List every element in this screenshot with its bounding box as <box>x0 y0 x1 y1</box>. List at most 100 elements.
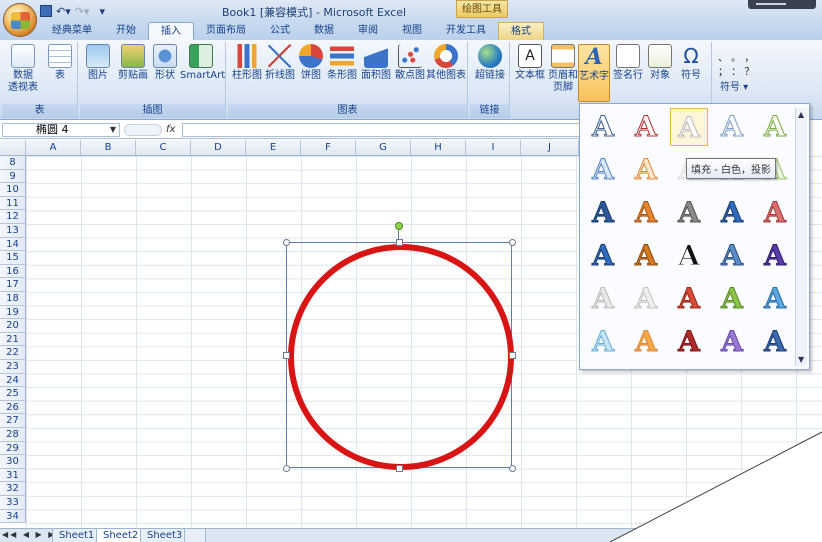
wordart-style-option[interactable]: A <box>756 237 794 275</box>
special-symbol-dropdown[interactable]: 符号 ▾ <box>720 82 770 94</box>
row-header[interactable]: 22 <box>0 346 26 360</box>
tab-developer[interactable]: 开发工具 <box>434 22 498 40</box>
row-header[interactable]: 29 <box>0 441 26 456</box>
row-header[interactable]: 30 <box>0 455 26 469</box>
rotation-handle[interactable] <box>395 222 403 230</box>
wordart-style-option[interactable]: A <box>713 280 751 318</box>
tab-formulas[interactable]: 公式 <box>258 22 302 40</box>
row-header[interactable]: 32 <box>0 482 26 496</box>
wordart-style-option[interactable]: A <box>756 108 794 146</box>
smartart-button[interactable]: SmartArt <box>180 44 225 82</box>
column-header[interactable]: H <box>411 140 466 156</box>
scroll-down-icon[interactable]: ▼ <box>798 355 804 364</box>
wordart-style-option[interactable]: A <box>627 108 665 146</box>
row-header[interactable]: 25 <box>0 387 26 401</box>
resize-handle-e[interactable] <box>509 352 516 359</box>
wordart-style-option[interactable]: A <box>713 194 751 232</box>
signature-line-button[interactable]: 签名行 <box>612 44 644 82</box>
row-header[interactable]: 11 <box>0 196 26 211</box>
wordart-style-option[interactable]: A <box>627 151 665 189</box>
column-header[interactable]: B <box>81 140 136 156</box>
tab-review[interactable]: 审阅 <box>346 22 390 40</box>
symbol-button[interactable]: Ω 符号 <box>676 44 706 82</box>
row-header[interactable]: 17 <box>0 278 26 292</box>
tab-home[interactable]: 开始 <box>104 22 148 40</box>
wordart-style-option[interactable]: A <box>756 323 794 361</box>
oval-shape[interactable] <box>283 222 516 472</box>
row-header[interactable]: 21 <box>0 332 26 347</box>
header-footer-button[interactable]: 页眉和 页脚 <box>548 44 578 94</box>
row-header[interactable]: 15 <box>0 251 26 265</box>
tab-format[interactable]: 格式 <box>498 22 544 40</box>
resize-handle-ne[interactable] <box>509 239 516 246</box>
wordart-style-option[interactable]: A <box>713 323 751 361</box>
row-header[interactable]: 8 <box>0 156 26 170</box>
office-button[interactable] <box>3 3 37 37</box>
column-header[interactable]: D <box>191 140 246 156</box>
column-chart-button[interactable]: 柱形图 <box>232 44 262 82</box>
area-chart-button[interactable]: 面积图 <box>360 44 392 82</box>
row-header[interactable]: 12 <box>0 210 26 224</box>
picture-button[interactable]: 图片 <box>84 44 112 82</box>
row-header[interactable]: 34 <box>0 509 26 524</box>
name-box-dropdown-icon[interactable]: ▼ <box>110 124 116 136</box>
gallery-scrollbar[interactable]: ▲ ▼ <box>795 108 807 366</box>
column-header[interactable]: A <box>26 140 81 156</box>
row-header[interactable]: 10 <box>0 183 26 197</box>
formula-expand-control[interactable] <box>124 124 162 136</box>
wordart-style-option[interactable]: A <box>627 194 665 232</box>
row-header[interactable]: 28 <box>0 428 26 442</box>
pivottable-button[interactable]: 数据 透视表 <box>6 44 40 94</box>
wordart-style-option[interactable]: A <box>584 323 622 361</box>
wordart-style-option[interactable]: A <box>670 280 708 318</box>
customize-icon[interactable]: ▾ <box>100 5 106 18</box>
tab-page-layout[interactable]: 页面布局 <box>194 22 258 40</box>
resize-handle-w[interactable] <box>283 352 290 359</box>
select-all-corner[interactable] <box>0 140 26 156</box>
wordart-style-option[interactable]: A <box>584 151 622 189</box>
wordart-style-option[interactable]: A <box>584 194 622 232</box>
wordart-style-option[interactable]: A <box>713 237 751 275</box>
object-button[interactable]: 对象 <box>646 44 674 82</box>
wordart-style-option[interactable]: A <box>756 280 794 318</box>
save-icon[interactable] <box>40 5 52 17</box>
tab-data[interactable]: 数据 <box>302 22 346 40</box>
wordart-style-option[interactable]: A <box>670 108 708 146</box>
column-header[interactable]: G <box>356 140 411 156</box>
row-header[interactable]: 14 <box>0 237 26 252</box>
wordart-style-option[interactable]: A <box>627 237 665 275</box>
wordart-style-option[interactable]: A <box>627 323 665 361</box>
name-box[interactable]: 椭圆 4 ▼ <box>2 123 120 137</box>
line-chart-button[interactable]: 折线图 <box>264 44 296 82</box>
row-header[interactable]: 24 <box>0 373 26 388</box>
resize-handle-se[interactable] <box>509 465 516 472</box>
wordart-style-option[interactable]: A <box>627 280 665 318</box>
tab-insert[interactable]: 插入 <box>148 22 194 40</box>
wordart-button[interactable]: A 艺术字 <box>578 44 610 102</box>
wordart-style-option[interactable]: A <box>670 323 708 361</box>
scroll-up-icon[interactable]: ▲ <box>798 110 804 119</box>
table-button[interactable]: 表 <box>46 44 74 82</box>
scatter-chart-button[interactable]: 散点图 <box>394 44 426 82</box>
bar-chart-button[interactable]: 条形图 <box>326 44 358 82</box>
sheet-tab-1[interactable]: Sheet1 <box>52 529 102 542</box>
wordart-style-option[interactable]: A <box>756 194 794 232</box>
row-header[interactable]: 19 <box>0 305 26 320</box>
resize-handle-nw[interactable] <box>283 239 290 246</box>
shapes-button[interactable]: 形状 <box>152 44 178 82</box>
insert-function-icon[interactable]: fx <box>166 124 175 135</box>
clipart-button[interactable]: 剪贴画 <box>116 44 150 82</box>
resize-handle-s[interactable] <box>396 465 403 472</box>
column-header[interactable]: C <box>136 140 191 156</box>
redo-icon[interactable]: ↷▾ <box>75 5 90 18</box>
row-header[interactable]: 9 <box>0 169 26 184</box>
row-header[interactable]: 20 <box>0 319 26 333</box>
row-header[interactable]: 16 <box>0 264 26 279</box>
column-header[interactable]: F <box>301 140 356 156</box>
wordart-style-option[interactable]: A <box>584 237 622 275</box>
wordart-style-option[interactable]: A <box>584 108 622 146</box>
wordart-style-option[interactable]: A <box>670 194 708 232</box>
textbox-button[interactable]: A 文本框 <box>514 44 546 82</box>
column-header[interactable]: I <box>466 140 521 156</box>
resize-handle-sw[interactable] <box>283 465 290 472</box>
